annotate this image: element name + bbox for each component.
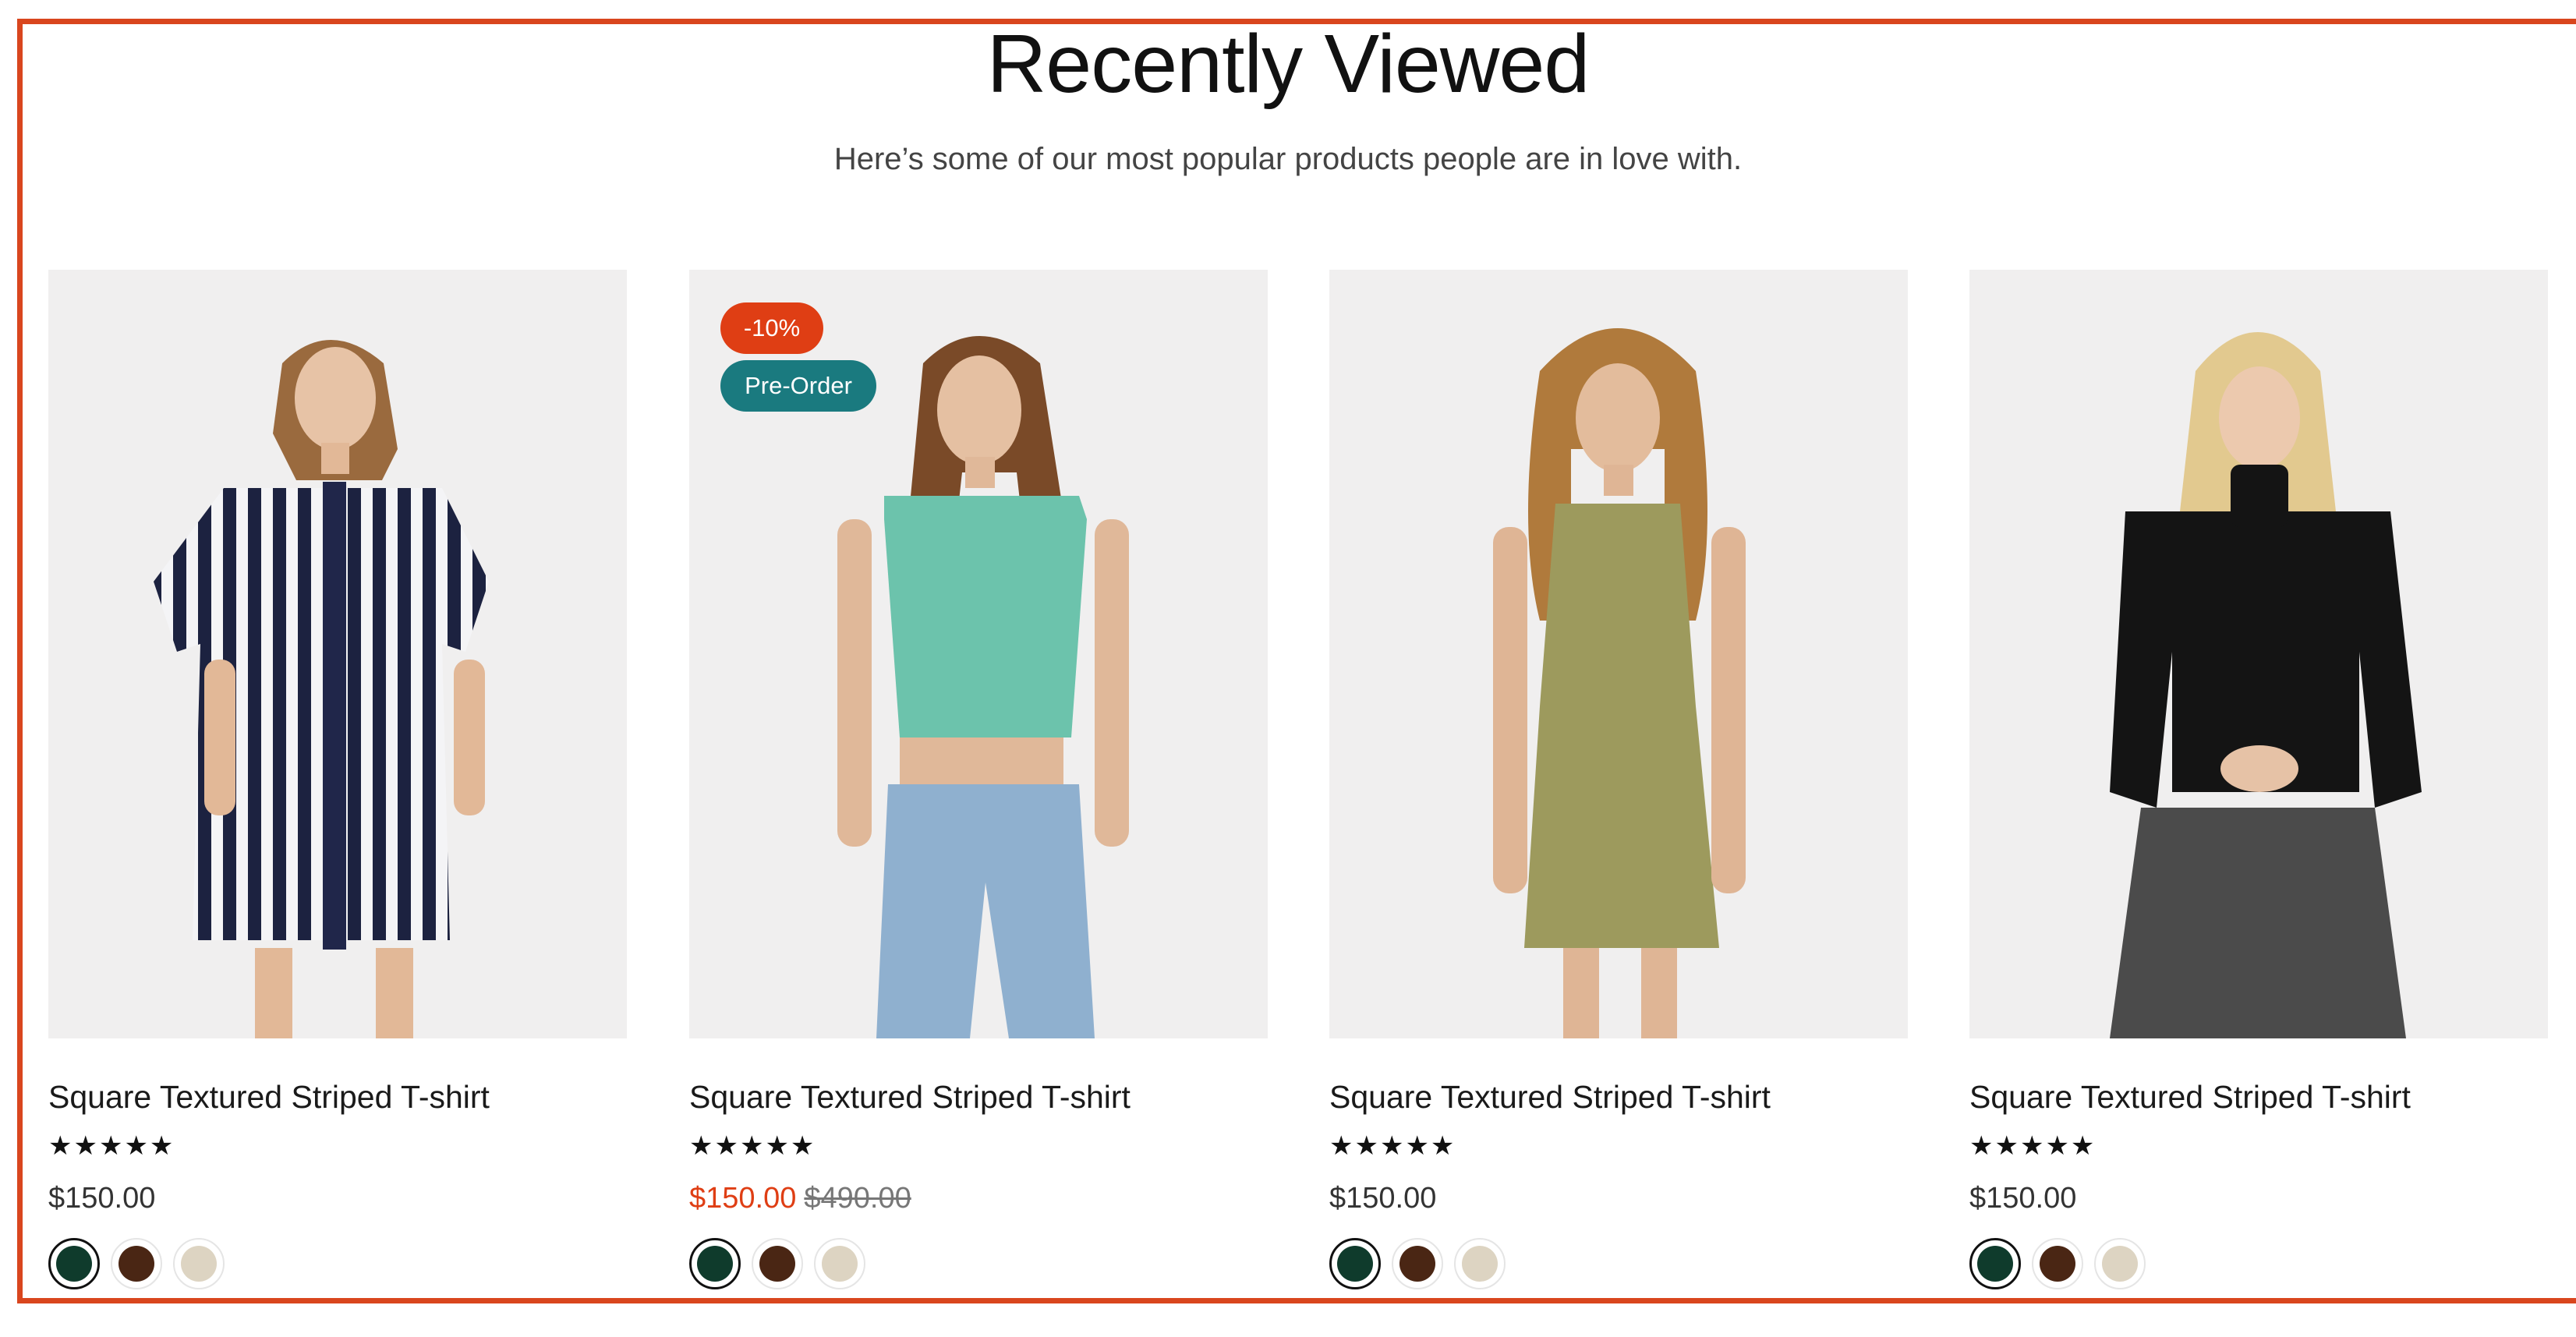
- price-current: $150.00: [1969, 1182, 2077, 1215]
- price-current: $150.00: [689, 1182, 797, 1215]
- product-image[interactable]: [48, 270, 627, 1038]
- swatch-beige[interactable]: [1454, 1238, 1506, 1289]
- section-subtitle: Here’s some of our most popular products…: [833, 142, 1743, 176]
- black-turtleneck-photo: [2110, 332, 2422, 1038]
- product-card[interactable]: Square Textured Striped T-shirt ★★★★★ $1…: [1969, 270, 2548, 1299]
- price-current: $150.00: [1329, 1182, 1437, 1215]
- product-price: $150.00: [1329, 1182, 1436, 1215]
- swatch-beige[interactable]: [2094, 1238, 2146, 1289]
- section-title: Recently Viewed: [986, 18, 1591, 110]
- rating-stars-icon: ★★★★★: [48, 1131, 175, 1161]
- price-current: $150.00: [48, 1182, 156, 1215]
- product-price: $150.00 $490.00: [689, 1182, 911, 1215]
- swatch-dark-green[interactable]: [1329, 1238, 1381, 1289]
- swatch-brown[interactable]: [2032, 1238, 2083, 1289]
- swatch-dark-green[interactable]: [1969, 1238, 2021, 1289]
- swatch-dark-green[interactable]: [689, 1238, 741, 1289]
- swatch-brown[interactable]: [111, 1238, 162, 1289]
- product-image[interactable]: -10% Pre-Order: [689, 270, 1268, 1038]
- preorder-badge: Pre-Order: [720, 360, 876, 412]
- price-original: $490.00: [804, 1182, 911, 1215]
- swatch-dark-green[interactable]: [48, 1238, 100, 1289]
- product-card[interactable]: -10% Pre-Order Square Textured Striped T…: [689, 270, 1268, 1299]
- product-card[interactable]: Square Textured Striped T-shirt ★★★★★ $1…: [1329, 270, 1908, 1299]
- product-title[interactable]: Square Textured Striped T-shirt: [1969, 1079, 2411, 1116]
- product-image[interactable]: [1329, 270, 1908, 1038]
- swatch-brown[interactable]: [1392, 1238, 1443, 1289]
- rating-stars-icon: ★★★★★: [689, 1131, 816, 1161]
- discount-badge: -10%: [720, 302, 823, 354]
- product-title[interactable]: Square Textured Striped T-shirt: [1329, 1079, 1771, 1116]
- product-price: $150.00: [1969, 1182, 2076, 1215]
- striped-shirt-dress-photo: [154, 340, 489, 1038]
- swatch-beige[interactable]: [814, 1238, 865, 1289]
- product-title[interactable]: Square Textured Striped T-shirt: [48, 1079, 490, 1116]
- olive-knit-dress-photo: [1493, 328, 1746, 1038]
- product-card[interactable]: Square Textured Striped T-shirt ★★★★★ $1…: [48, 270, 627, 1299]
- swatch-beige[interactable]: [173, 1238, 225, 1289]
- rating-stars-icon: ★★★★★: [1329, 1131, 1456, 1161]
- product-title[interactable]: Square Textured Striped T-shirt: [689, 1079, 1131, 1116]
- product-image[interactable]: [1969, 270, 2548, 1038]
- swatch-brown[interactable]: [752, 1238, 803, 1289]
- rating-stars-icon: ★★★★★: [1969, 1131, 2097, 1161]
- product-price: $150.00: [48, 1182, 155, 1215]
